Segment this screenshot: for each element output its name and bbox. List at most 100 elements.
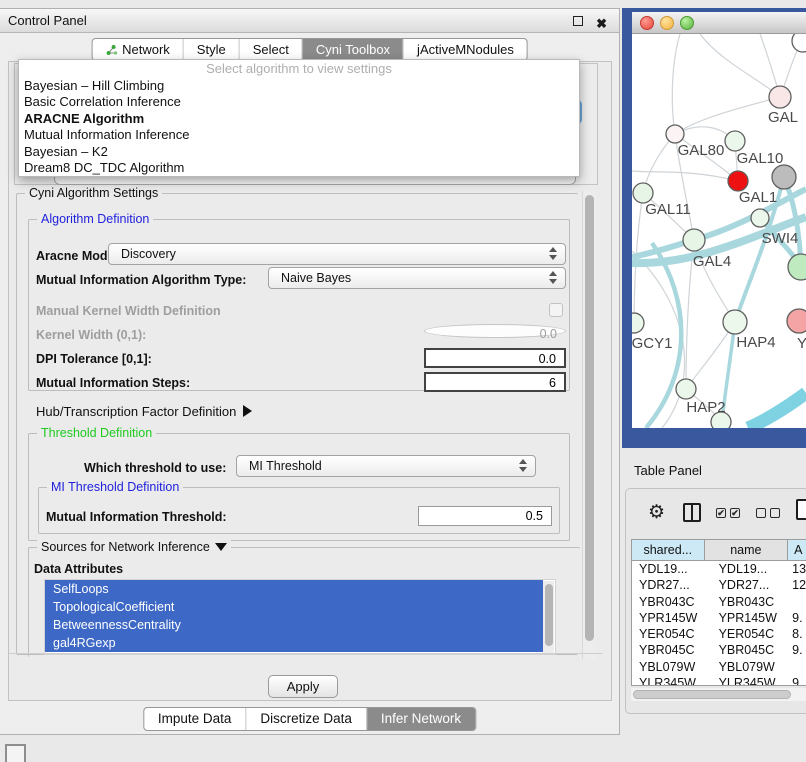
mi-steps-field[interactable]: 6 (424, 372, 566, 392)
tab-discretize-data[interactable]: Discretize Data (245, 708, 366, 730)
attribute-item-selected[interactable]: BetweennessCentrality (45, 616, 543, 634)
tab-jactivemnodules[interactable]: jActiveMNodules (403, 39, 527, 60)
float-window-icon[interactable] (573, 16, 583, 26)
which-threshold-combo[interactable]: MI Threshold (236, 455, 536, 477)
scrollbar-thumb[interactable] (633, 690, 791, 699)
tab-cyni-toolbox[interactable]: Cyni Toolbox (302, 39, 403, 60)
control-panel-tabbar: Network Style Select Cyni Toolbox jActiv… (91, 38, 528, 61)
kernel-width-field: 0.0 (424, 324, 566, 338)
node-label: GAL4 (693, 253, 731, 270)
column-header[interactable]: shared... (632, 540, 705, 560)
network-canvas[interactable]: GAL GAL80 GAL10 GAL1 GAL11 SWI4 GAL4 GCY… (632, 34, 806, 428)
select-all-icon[interactable]: ✔✔ (716, 508, 740, 518)
attribute-item-selected[interactable]: TopologicalCoefficient (45, 598, 543, 616)
apply-button[interactable]: Apply (268, 675, 338, 698)
zoom-traffic-light-icon[interactable] (680, 16, 694, 30)
mi-threshold-field[interactable]: 0.5 (418, 506, 552, 526)
algorithm-option[interactable]: Bayesian – K2 (19, 144, 579, 160)
node-label: HAP2 (686, 399, 725, 416)
network-node-gal1[interactable] (728, 171, 748, 191)
data-attributes-label: Data Attributes (34, 562, 123, 576)
tab-impute-data[interactable]: Impute Data (144, 708, 246, 730)
table-row[interactable]: YER054CYER054C8. (632, 626, 806, 642)
mi-threshold-label: Mutual Information Threshold: (46, 510, 227, 524)
gear-icon[interactable]: ⚙ (648, 501, 665, 524)
group-title: Threshold Definition (37, 426, 156, 441)
network-node[interactable] (792, 34, 806, 52)
tab-select[interactable]: Select (239, 39, 302, 60)
tab-style[interactable]: Style (183, 39, 239, 60)
tab-network[interactable]: Network (92, 39, 183, 60)
table-hscrollbar[interactable] (631, 688, 806, 701)
minimize-traffic-light-icon[interactable] (660, 16, 674, 30)
which-threshold-label: Which threshold to use: (84, 461, 226, 475)
node-label: Y (797, 335, 806, 352)
columns-icon[interactable] (683, 503, 701, 522)
network-node[interactable] (772, 165, 796, 189)
attribute-item-selected[interactable]: gal4RGexp (45, 634, 543, 652)
table-row[interactable]: YDL19...YDL19...13 (632, 561, 806, 577)
control-panel-title: Control Panel (8, 13, 87, 28)
network-node[interactable] (769, 86, 791, 108)
network-view-titlebar[interactable] (632, 12, 806, 34)
minimized-panel-icon[interactable] (5, 744, 26, 762)
network-node[interactable] (787, 309, 806, 333)
node-label: GCY1 (632, 335, 672, 352)
divider (9, 653, 603, 654)
new-table-icon[interactable] (796, 499, 806, 520)
network-node[interactable] (683, 229, 705, 251)
network-node[interactable] (788, 254, 806, 280)
list-scrollbar[interactable] (543, 581, 554, 655)
node-table: shared... name A YDL19...YDL19...13 YDR2… (631, 539, 806, 686)
node-label: HAP4 (736, 334, 775, 351)
settings-scrollbar[interactable] (582, 191, 596, 659)
column-header[interactable]: name (705, 540, 789, 560)
algorithm-option[interactable]: Bayesian – Hill Climbing (19, 78, 579, 94)
node-label: GAL1 (739, 189, 777, 206)
network-graph: GAL GAL80 GAL10 GAL1 GAL11 SWI4 GAL4 GCY… (632, 34, 806, 428)
dpi-tolerance-field[interactable]: 0.0 (424, 348, 566, 368)
sources-group-title[interactable]: Sources for Network Inference (37, 540, 231, 555)
table-panel: ⚙ ✔✔ shared... name A YDL19...YDL19...13… (625, 488, 806, 714)
close-icon[interactable]: ✖ (596, 12, 607, 35)
network-node[interactable] (725, 131, 745, 151)
mi-type-combo[interactable]: Naive Bayes (268, 267, 566, 289)
deselect-all-icon[interactable] (756, 508, 780, 518)
table-row[interactable]: YBL079WYBL079W (632, 659, 806, 675)
table-panel-title: Table Panel (634, 463, 702, 478)
table-row[interactable]: YBR045CYBR045C9. (632, 642, 806, 658)
table-row[interactable]: YBR043CYBR043C (632, 594, 806, 610)
close-traffic-light-icon[interactable] (640, 16, 654, 30)
network-node[interactable] (666, 125, 684, 143)
scrollbar-thumb[interactable] (585, 195, 594, 641)
node-label: GAL10 (737, 150, 784, 167)
algorithm-option[interactable]: Basic Correlation Inference (19, 94, 579, 110)
table-toolbar: ⚙ ✔✔ (626, 489, 806, 537)
network-node[interactable] (676, 379, 696, 399)
algorithm-option[interactable]: Mutual Information Inference (19, 127, 579, 143)
algorithm-dropdown-prompt: Select algorithm to view settings (19, 60, 579, 78)
attribute-item-selected[interactable]: SelfLoops (45, 580, 543, 598)
algorithm-option-selected[interactable]: ARACNE Algorithm (19, 111, 579, 127)
table-row[interactable]: YDR27...YDR27...12 (632, 577, 806, 593)
manual-kernel-checkbox[interactable] (549, 303, 563, 317)
network-node[interactable] (633, 183, 653, 203)
algorithm-option[interactable]: Dream8 DC_TDC Algorithm (19, 160, 579, 176)
kernel-width-label: Kernel Width (0,1): (36, 328, 146, 342)
column-header[interactable]: A (788, 540, 806, 560)
table-row[interactable]: YLR345WYLR345W9. (632, 675, 806, 686)
network-node[interactable] (751, 209, 769, 227)
network-node[interactable] (632, 313, 644, 333)
hub-section-toggle[interactable]: Hub/Transcription Factor Definition (36, 404, 252, 419)
node-label: GAL11 (645, 201, 691, 218)
tab-infer-network[interactable]: Infer Network (366, 708, 475, 730)
data-attributes-list: SelfLoops TopologicalCoefficient Between… (44, 579, 556, 655)
network-graph-icon (105, 44, 117, 56)
group-title: Cyni Algorithm Settings (25, 186, 162, 201)
collapsed-arrow-icon (243, 405, 252, 417)
cyni-bottom-tabbar: Impute Data Discretize Data Infer Networ… (143, 707, 476, 731)
aracne-mode-combo[interactable]: Discovery (108, 243, 566, 265)
control-panel-titlebar: Control Panel ✖ (0, 9, 619, 33)
network-node[interactable] (723, 310, 747, 334)
table-row[interactable]: YPR145WYPR145W9. (632, 610, 806, 626)
